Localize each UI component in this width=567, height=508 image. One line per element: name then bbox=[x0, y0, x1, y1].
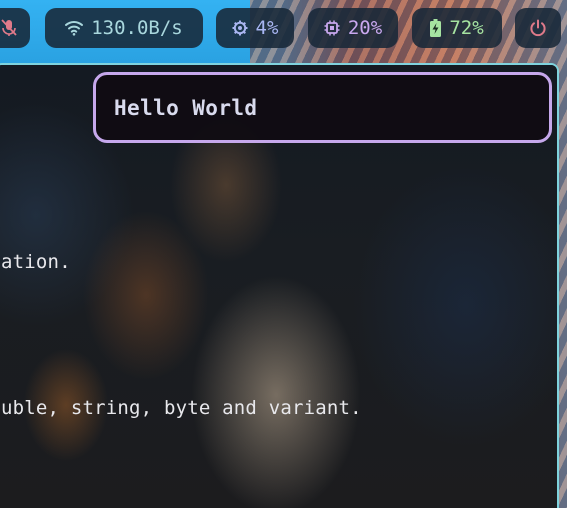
cpu-usage: 4% bbox=[255, 17, 279, 39]
desktop: 130.0B/s 4% 20% 72% ation. uble, string,… bbox=[0, 0, 567, 508]
terminal-output-line: ation. bbox=[1, 251, 71, 273]
notification-title: Hello World bbox=[114, 95, 258, 120]
network-speed: 130.0B/s bbox=[91, 17, 183, 39]
battery-widget[interactable]: 72% bbox=[412, 8, 502, 48]
status-bar: 130.0B/s 4% 20% 72% bbox=[0, 8, 567, 48]
memory-chip-icon bbox=[324, 20, 340, 36]
power-icon bbox=[529, 19, 547, 37]
terminal-output-line: uble, string, byte and variant. bbox=[1, 397, 362, 419]
mic-muted-icon bbox=[1, 19, 17, 37]
wifi-icon bbox=[65, 20, 84, 36]
memory-widget[interactable]: 20% bbox=[308, 8, 398, 48]
battery-charging-icon bbox=[430, 19, 442, 37]
cpu-widget[interactable]: 4% bbox=[216, 8, 294, 48]
network-widget[interactable]: 130.0B/s bbox=[45, 8, 203, 48]
power-button[interactable] bbox=[515, 8, 561, 48]
memory-usage: 20% bbox=[347, 17, 383, 39]
mic-toggle-button[interactable] bbox=[0, 8, 30, 48]
cpu-icon bbox=[232, 20, 248, 36]
battery-level: 72% bbox=[449, 17, 484, 39]
notification-popup[interactable]: Hello World bbox=[93, 72, 552, 143]
